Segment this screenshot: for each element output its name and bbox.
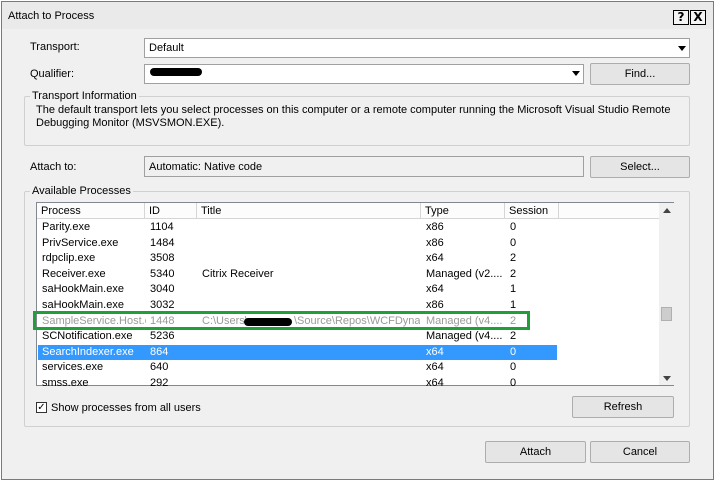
cell-session: 2 <box>510 330 517 343</box>
qualifier-label: Qualifier: <box>30 68 75 80</box>
table-row[interactable]: SCNotification.exe 5236 Managed (v4.... 2 <box>38 329 557 344</box>
cell-type: x86 <box>426 236 444 249</box>
cell-type: Managed (v2.... <box>426 267 503 280</box>
attach-to-field: Automatic: Native code <box>144 156 584 177</box>
scroll-down-arrow-icon[interactable] <box>663 376 671 381</box>
cell-process: services.exe <box>42 361 104 374</box>
close-button[interactable]: X <box>690 10 706 25</box>
table-row[interactable]: Parity.exe 1104 x86 0 <box>38 220 557 235</box>
table-row[interactable]: PrivService.exe 1484 x86 0 <box>38 236 557 251</box>
help-button[interactable]: ? <box>673 10 689 25</box>
cell-session: 1 <box>510 283 517 296</box>
transport-label: Transport: <box>30 41 80 53</box>
cancel-button-label: Cancel <box>622 446 658 458</box>
column-header-id[interactable]: ID <box>145 203 197 219</box>
transport-value: Default <box>149 42 184 54</box>
cell-type: x64 <box>426 252 444 265</box>
cell-id: 5236 <box>150 330 175 343</box>
qualifier-combobox[interactable] <box>144 64 584 84</box>
table-row[interactable]: saHookMain.exe 3040 x64 1 <box>38 282 557 297</box>
redacted-qualifier-mark <box>150 68 202 76</box>
cell-id: 1104 <box>150 221 174 233</box>
cell-session: 1 <box>510 299 517 311</box>
cell-id: 3032 <box>150 299 175 311</box>
cell-session: 0 <box>510 345 517 358</box>
vertical-scrollbar[interactable] <box>659 203 674 385</box>
show-all-users-label: Show processes from all users <box>51 402 201 414</box>
cell-type: x86 <box>426 299 444 311</box>
cell-session: 0 <box>510 236 517 249</box>
transport-info-label: Transport Information <box>30 90 139 102</box>
column-header-filler <box>559 203 659 219</box>
cell-process: PrivService.exe <box>42 236 119 249</box>
column-header-type[interactable]: Type <box>421 203 505 219</box>
column-header-process[interactable]: Process <box>37 203 145 219</box>
cell-id: 292 <box>150 377 169 389</box>
scroll-up-arrow-icon[interactable] <box>663 208 671 213</box>
cell-process: saHookMain.exe <box>42 283 124 296</box>
transport-info-text: The default transport lets you select pr… <box>36 104 671 129</box>
attach-button-label: Attach <box>519 446 552 458</box>
transport-dropdown[interactable]: Default <box>144 38 690 58</box>
process-list[interactable]: Process ID Title Type Session Parity.exe… <box>36 202 674 389</box>
cell-id: 1484 <box>150 236 175 249</box>
column-header-session[interactable]: Session <box>505 203 559 219</box>
table-row[interactable]: smss.exe 292 x64 0 <box>38 376 557 391</box>
attach-to-value: Automatic: Native code <box>149 161 263 173</box>
scrollbar-thumb[interactable] <box>661 307 672 321</box>
table-row[interactable]: services.exe 640 x64 0 <box>38 360 557 375</box>
cell-type: x64 <box>426 377 444 389</box>
check-mark-icon: ✓ <box>37 402 46 413</box>
select-button-label: Select... <box>620 161 660 173</box>
cell-id: 640 <box>150 361 169 374</box>
find-button[interactable]: Find... <box>590 63 690 85</box>
cell-type: x64 <box>426 361 444 374</box>
cell-id: 3508 <box>150 252 175 265</box>
cell-process: Parity.exe <box>42 221 91 233</box>
cell-process: saHookMain.exe <box>42 299 124 311</box>
cell-session: 0 <box>510 361 517 374</box>
refresh-button-label: Refresh <box>603 401 643 413</box>
select-button[interactable]: Select... <box>590 156 690 178</box>
cell-process: smss.exe <box>42 377 89 389</box>
find-button-label: Find... <box>624 68 656 80</box>
cell-id: 3040 <box>150 283 175 296</box>
refresh-button[interactable]: Refresh <box>572 396 674 418</box>
cell-process: SearchIndexer.exe <box>42 345 134 358</box>
cell-session: 0 <box>510 377 517 389</box>
table-row[interactable]: Receiver.exe 5340 Citrix Receiver Managed (… <box>38 267 557 282</box>
cell-type: x64 <box>426 345 444 358</box>
available-processes-label: Available Processes <box>30 185 133 197</box>
table-row[interactable]: SearchIndexer.exe 864 x64 0 <box>38 344 557 360</box>
cell-type: x86 <box>426 221 444 233</box>
cell-session: 2 <box>510 252 517 265</box>
cancel-button[interactable]: Cancel <box>590 441 690 463</box>
cell-process: SCNotification.exe <box>42 330 133 343</box>
chevron-down-icon <box>572 71 580 76</box>
cell-id: 864 <box>150 345 169 358</box>
cell-process: rdpclip.exe <box>42 252 96 265</box>
highlight-outline <box>33 311 530 330</box>
dialog-title: Attach to Process <box>8 10 95 22</box>
cell-process: Receiver.exe <box>42 267 106 280</box>
attach-to-label: Attach to: <box>30 161 77 173</box>
cell-session: 0 <box>510 221 517 233</box>
chevron-down-icon <box>678 46 686 51</box>
show-all-users-checkbox[interactable]: ✓ <box>36 402 47 413</box>
cell-title: Citrix Receiver <box>202 267 274 280</box>
cell-id: 5340 <box>150 267 175 280</box>
column-header-title[interactable]: Title <box>197 203 421 219</box>
table-row[interactable]: rdpclip.exe 3508 x64 2 <box>38 251 557 266</box>
cell-type: Managed (v4.... <box>426 330 503 343</box>
title-bar <box>2 2 713 29</box>
cell-type: x64 <box>426 283 444 296</box>
cell-session: 2 <box>510 267 517 280</box>
attach-button[interactable]: Attach <box>485 441 586 463</box>
